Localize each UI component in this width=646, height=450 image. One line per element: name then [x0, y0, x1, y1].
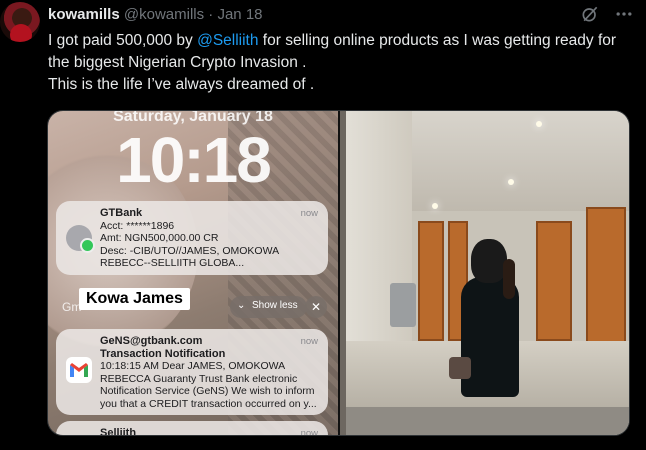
tweet-date[interactable]: Jan 18	[217, 6, 262, 23]
notification-time: now	[300, 428, 318, 436]
caption-label: Kowa James	[79, 288, 190, 310]
tweet-header: kowamills @kowamills · Jan 18	[48, 6, 263, 23]
lockscreen-image[interactable]: Saturday, January 18 10:18 GTBank now Ac…	[48, 111, 338, 436]
notification-line: REBECC--SELLIITH GLOBA...	[100, 257, 245, 269]
chevron-down-icon: ⌄	[237, 300, 246, 311]
gmail-icon	[66, 357, 92, 383]
notification-time: now	[300, 336, 318, 347]
image-divider	[340, 111, 629, 435]
mention-link[interactable]: @Selliith	[197, 32, 258, 49]
separator: ·	[208, 6, 214, 23]
tweet-text-line2: This is the life I’ve always dreamed of …	[48, 76, 315, 93]
contact-icon	[66, 225, 95, 253]
gmail-notification: GeNS@gtbank.com now Transaction Notifica…	[56, 329, 328, 415]
more-icon[interactable]	[614, 4, 634, 24]
show-less-label: Show less	[252, 300, 298, 311]
notification-sender: GeNS@gtbank.com	[100, 335, 203, 347]
selliith-notification: Selliith now	[56, 421, 328, 436]
grok-icon[interactable]	[580, 4, 600, 24]
tweet-text-start: I got paid 500,000 by	[48, 32, 198, 49]
media-grid[interactable]: Saturday, January 18 10:18 GTBank now Ac…	[47, 110, 630, 436]
notification-app: GTBank	[100, 207, 143, 219]
notification-line: you that a CREDIT transaction occurred o…	[100, 397, 317, 410]
show-less-pill: ⌄ Show less	[230, 296, 307, 318]
notification-line: 10:18:15 AM Dear JAMES, OMOKOWA	[100, 360, 286, 372]
avatar[interactable]	[0, 2, 40, 42]
notification-line: REBECCA Guaranty Trust Bank electronic	[100, 372, 298, 385]
tweet-text: I got paid 500,000 by @Selliith for sell…	[48, 30, 638, 96]
notification-subject: Transaction Notification	[100, 347, 226, 360]
notification-time: now	[300, 208, 318, 219]
notification-line: Acct: ******1896	[100, 219, 175, 232]
gtbank-notification: GTBank now Acct: ******1896 Amt: NGN500,…	[56, 201, 328, 275]
close-icon: ✕	[305, 296, 327, 318]
header-icons	[580, 4, 634, 24]
mirror-selfie-image[interactable]	[340, 111, 629, 435]
lock-time: 10:18	[116, 124, 272, 196]
notification-line: Notification Service (GeNS) We wish to i…	[100, 385, 315, 397]
notification-line: Amt: NGN500,000.00 CR	[100, 232, 219, 244]
notification-sender: Selliith	[100, 427, 137, 436]
tweet[interactable]: kowamills @kowamills · Jan 18 I got paid…	[0, 0, 646, 450]
display-name[interactable]: kowamills	[48, 6, 120, 23]
user-handle[interactable]: @kowamills	[124, 6, 204, 23]
notification-line: Desc: -CIB/UTO//JAMES, OMOKOWA	[100, 244, 280, 257]
